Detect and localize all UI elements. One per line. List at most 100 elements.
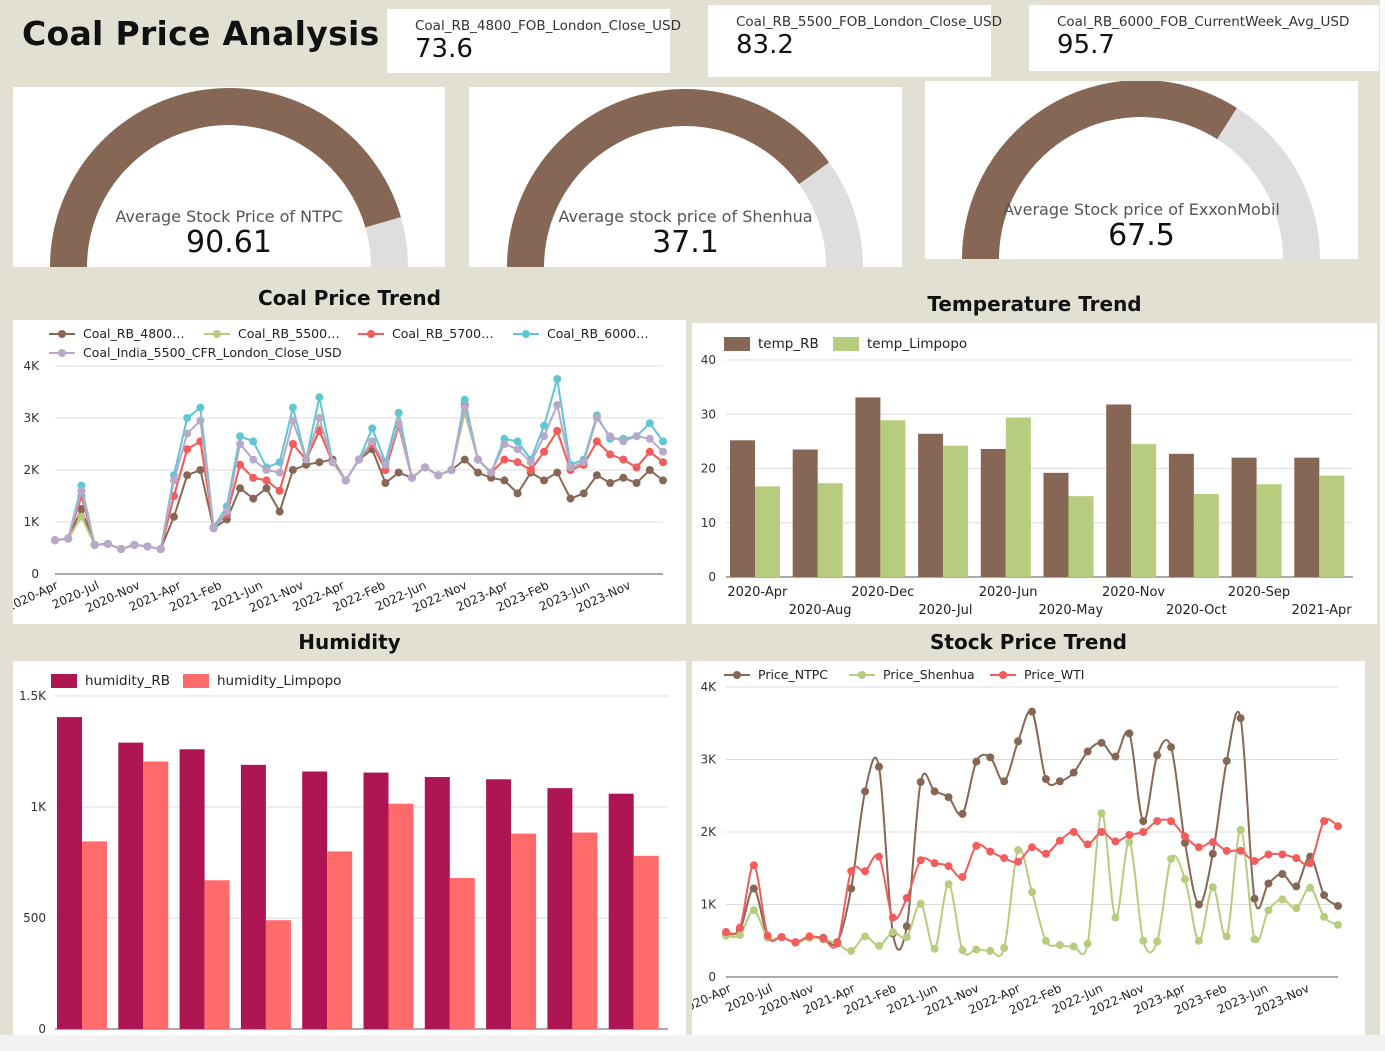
legend-label: Price_NTPC — [758, 667, 828, 682]
data-point — [117, 545, 126, 554]
data-point — [579, 458, 588, 467]
humidity-title: Humidity — [298, 630, 401, 654]
data-point — [592, 437, 601, 446]
gauge-card-ntpc: Average Stock Price of NTPC 90.61 — [13, 87, 445, 267]
kpi-card-rb5500: Coal_RB_5500_FOB_London_Close_USD 83.2 — [708, 5, 1002, 77]
legend-label: humidity_Limpopo — [217, 673, 341, 689]
data-point — [513, 437, 522, 446]
data-point — [1083, 840, 1092, 849]
data-point — [958, 809, 967, 818]
y-tick-label: 0 — [31, 567, 39, 581]
data-point — [262, 484, 271, 493]
data-point — [1250, 894, 1259, 903]
data-point — [1208, 849, 1217, 858]
data-point — [447, 466, 456, 474]
legend-label: Coal_India_5500_CFR_London_Close_USD — [83, 345, 342, 360]
data-point — [1028, 707, 1036, 716]
data-point — [130, 540, 139, 549]
data-point — [749, 861, 758, 870]
data-point — [861, 867, 870, 876]
data-point — [1222, 846, 1231, 855]
data-point — [1125, 838, 1134, 847]
legend-marker — [58, 330, 66, 338]
data-point — [1222, 756, 1231, 765]
bar — [918, 433, 944, 577]
data-point — [1292, 904, 1301, 913]
data-point — [1014, 857, 1023, 866]
data-point — [288, 403, 297, 412]
bar — [572, 832, 598, 1029]
data-point — [819, 934, 828, 943]
bar — [1319, 475, 1345, 577]
data-point — [1306, 859, 1315, 868]
bottom-strip — [0, 1035, 1385, 1051]
data-point — [407, 473, 416, 482]
data-point — [183, 414, 192, 422]
bar — [1005, 417, 1031, 577]
data-point — [1097, 738, 1106, 747]
legend-label: Coal_RB_5500… — [238, 326, 340, 341]
coal-price-trend-title: Coal Price Trend — [258, 286, 441, 310]
gauge-value: 37.1 — [652, 225, 719, 260]
bar — [179, 749, 205, 1029]
temperature-trend-title: Temperature Trend — [927, 292, 1142, 316]
data-point — [1069, 768, 1078, 777]
bar — [1068, 496, 1094, 577]
y-tick-label: 2K — [23, 463, 40, 477]
data-point — [341, 476, 350, 485]
data-point — [1125, 830, 1134, 839]
x-tick-label: 2021-Apr — [1292, 603, 1353, 618]
series-line — [54, 401, 664, 551]
data-point — [606, 432, 615, 441]
data-point — [288, 440, 297, 448]
data-point — [1014, 737, 1023, 746]
data-point — [1222, 932, 1231, 941]
data-point — [632, 463, 641, 472]
data-point — [735, 923, 744, 932]
data-point — [328, 458, 337, 467]
bar — [1294, 457, 1320, 577]
legend-swatch — [724, 337, 750, 351]
data-point — [51, 536, 59, 545]
data-point — [944, 793, 953, 802]
data-point — [394, 419, 403, 428]
data-point — [1041, 936, 1050, 945]
data-point — [902, 893, 911, 902]
y-tick-label: 4K — [23, 359, 40, 373]
data-point — [1111, 913, 1120, 922]
bar — [118, 742, 144, 1029]
data-point — [659, 476, 667, 485]
data-point — [513, 489, 522, 498]
x-tick-label: 2020-Apr — [13, 578, 60, 614]
kpi-value: 73.6 — [415, 34, 473, 64]
data-point — [1125, 729, 1134, 738]
y-tick-label: 0 — [708, 570, 716, 584]
data-point — [460, 455, 469, 464]
data-point — [1153, 751, 1162, 760]
data-point — [553, 401, 562, 409]
data-point — [526, 458, 535, 467]
stock-price-trend-card: 0 1K 2K 3K 4K Price_NTPC Price_Shenhua Price_WT… — [692, 661, 1365, 1035]
legend-label: Coal_RB_4800… — [83, 326, 185, 341]
data-point — [209, 524, 218, 533]
y-tick-label: 4K — [700, 680, 717, 694]
data-point — [861, 787, 870, 796]
y-tick-label: 1K — [700, 898, 717, 912]
data-point — [553, 468, 562, 477]
data-point — [103, 539, 112, 548]
gauge-card-exxonmobil: Average Stock price of ExxonMobil 67.5 — [925, 81, 1358, 259]
temperature-trend-chart: 010203040temp_RB temp_Limpopo2020-Apr2020… — [701, 336, 1353, 618]
data-point — [888, 928, 897, 937]
data-point — [1292, 882, 1301, 891]
data-point — [381, 460, 390, 469]
bar — [265, 920, 291, 1029]
bar — [608, 793, 634, 1029]
data-point — [368, 424, 377, 433]
data-point — [315, 414, 324, 422]
bar — [980, 448, 1006, 577]
data-point — [1069, 942, 1078, 951]
bar — [82, 841, 107, 1029]
bar — [511, 833, 537, 1029]
data-point — [1041, 849, 1050, 858]
data-point — [196, 466, 205, 474]
